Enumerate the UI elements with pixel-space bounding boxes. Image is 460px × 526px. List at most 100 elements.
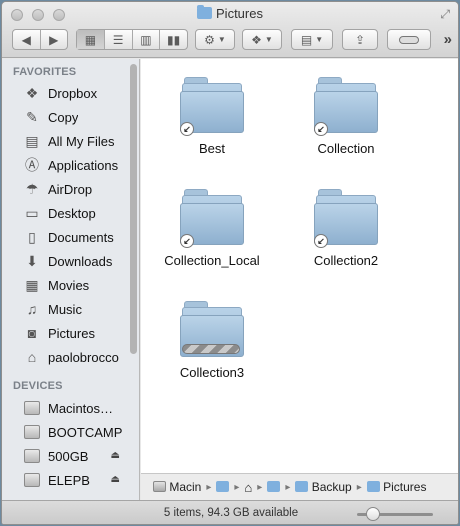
sidebar-item-downloads[interactable]: ⬇ Downloads <box>2 249 130 273</box>
folder-item[interactable]: ↙ Collection_Local <box>152 189 272 268</box>
list-view-button[interactable]: ☰ <box>105 30 133 49</box>
coverflow-view-button[interactable]: ▮▮ <box>160 30 187 49</box>
path-segment[interactable] <box>267 480 281 494</box>
sidebar-item-paolobrocco[interactable]: ⌂ paolobrocco <box>2 345 130 369</box>
sidebar-item-label: Music <box>48 301 82 317</box>
sidebar-device-3[interactable]: ELEPB ⏏ <box>2 468 130 492</box>
applications-icon: Ⓐ <box>25 157 39 173</box>
sidebar-device-2[interactable]: 500GB ⏏ <box>2 444 130 468</box>
forward-button[interactable]: ▶ <box>41 30 68 49</box>
tags-button[interactable] <box>387 29 431 50</box>
action-menu-button[interactable]: ⚙ ▼ <box>195 29 235 50</box>
sidebar-item-label: All My Files <box>48 133 115 149</box>
documents-icon: ▯ <box>28 228 36 245</box>
pictures-icon: ◙ <box>27 325 37 341</box>
sidebar-item-label: AirDrop <box>48 181 93 197</box>
folder-item[interactable]: ↙ Best <box>152 77 272 156</box>
hard-disk-icon <box>22 447 42 465</box>
sidebar-device-0[interactable]: Macintos… <box>2 396 130 420</box>
back-button[interactable]: ◀ <box>13 30 41 49</box>
copy-icon: ✎ <box>26 108 38 125</box>
back-forward-control: ◀ ▶ <box>12 29 68 50</box>
chevron-down-icon: ▼ <box>217 35 226 44</box>
sidebar-item-applications[interactable]: Ⓐ Applications <box>2 153 130 177</box>
sidebar-device-1[interactable]: BOOTCAMP <box>2 420 130 444</box>
sidebar-item-label: ELEPB <box>48 472 90 488</box>
toolbar-overflow-button[interactable]: » <box>444 31 452 48</box>
path-segment-label: Macin <box>169 480 202 494</box>
sidebar-item-label: Applications <box>48 157 119 173</box>
alias-arrow-icon: ↙ <box>314 122 328 136</box>
column-view-button[interactable]: ▥ <box>133 30 161 49</box>
sidebar-item-dropbox[interactable]: ❖ Dropbox <box>2 81 130 105</box>
window-title: Pictures <box>2 5 458 24</box>
alias-arrow-icon: ↙ <box>180 234 194 248</box>
sidebar-item-label: Pictures <box>48 325 95 341</box>
path-segment[interactable]: ⌂ <box>244 480 252 495</box>
folder-icon <box>216 481 230 492</box>
folder-item[interactable]: ↙ Collection <box>286 77 406 156</box>
column-view-icon: ▥ <box>140 32 152 47</box>
dropbox-icon: ❖ <box>251 32 262 47</box>
sidebar-item-desktop[interactable]: ▭ Desktop <box>2 201 130 225</box>
sidebar-item-documents[interactable]: ▯ Documents <box>2 225 130 249</box>
finder-window: Pictures ⤢ ◀ ▶ ▦ ☰ ▥ ▮▮ ⚙▼ ❖▼ ▤▼ ⇪ » <box>1 1 459 525</box>
folder-icon: ↙ <box>314 77 378 136</box>
sidebar-item-music[interactable]: ♫ Music <box>2 297 130 321</box>
path-segment[interactable]: Macin <box>153 480 201 494</box>
sidebar-item-copy[interactable]: ✎ Copy <box>2 105 130 129</box>
folder-item[interactable]: ↙ Collection2 <box>286 189 406 268</box>
path-separator-icon: ▸ <box>206 481 212 493</box>
arrange-menu-button[interactable]: ▤ ▼ <box>291 29 333 50</box>
alias-arrow-icon: ↙ <box>180 122 194 136</box>
sidebar-item-label: Movies <box>48 277 90 293</box>
folder-name: Collection3 <box>179 365 245 380</box>
sidebar: FAVORITES ❖ Dropbox ✎ Copy ▤ All My Files Ⓐ App… <box>2 59 140 500</box>
sidebar-item-pictures[interactable]: ◙ Pictures <box>2 321 130 345</box>
folder-icon: ↙ <box>180 77 244 136</box>
path-segment-label: Backup <box>311 480 352 494</box>
path-separator-icon: ▸ <box>356 481 362 493</box>
sidebar-scrollbar[interactable] <box>130 64 137 354</box>
tag-icon <box>399 35 419 44</box>
folder-icon <box>267 481 281 492</box>
gear-icon: ⚙ <box>204 32 215 47</box>
path-segment[interactable]: Backup <box>295 480 352 494</box>
icon-view-icon: ▦ <box>84 32 97 47</box>
hard-disk-icon <box>22 399 42 417</box>
hard-disk-icon <box>22 471 42 489</box>
icon-view-button[interactable]: ▦ <box>77 30 105 49</box>
sidebar-item-movies[interactable]: ▦ Movies <box>2 273 130 297</box>
share-icon: ⇪ <box>354 32 366 47</box>
devices-header: DEVICES <box>13 380 63 392</box>
path-segment-label: Pictures <box>383 480 427 494</box>
sidebar-item-label: 500GB <box>48 448 89 464</box>
view-switcher: ▦ ☰ ▥ ▮▮ <box>76 29 188 50</box>
path-separator-icon: ▸ <box>257 481 263 493</box>
sidebar-item-all-my-files[interactable]: ▤ All My Files <box>2 129 130 153</box>
all-files-icon: ▤ <box>25 132 39 149</box>
dropbox-menu-button[interactable]: ❖ ▼ <box>242 29 282 50</box>
chevron-left-icon: ◀ <box>21 32 31 47</box>
favorites-header: FAVORITES <box>13 66 77 78</box>
titlebar: Pictures ⤢ ◀ ▶ ▦ ☰ ▥ ▮▮ ⚙ ▼ ❖ ▼ ▤ ▼ ⇪ » <box>2 2 458 58</box>
sidebar-item-label: Copy <box>48 109 79 125</box>
home-icon: ⌂ <box>27 349 37 365</box>
sidebar-item-label: Documents <box>48 229 114 245</box>
eject-icon[interactable]: ⏏ <box>111 450 120 461</box>
folder-item[interactable]: Collection3 <box>152 301 272 380</box>
path-separator-icon: ▸ <box>234 481 240 493</box>
fullscreen-icon[interactable]: ⤢ <box>440 7 450 22</box>
folder-name: Collection <box>317 141 375 156</box>
path-segment[interactable] <box>216 480 230 494</box>
sidebar-item-label: Desktop <box>48 205 96 221</box>
path-segment[interactable]: Pictures <box>366 480 427 494</box>
hard-disk-icon <box>22 423 42 441</box>
arrange-icon: ▤ <box>300 32 313 47</box>
folder-name: Best <box>198 141 225 156</box>
eject-icon[interactable]: ⏏ <box>111 474 120 485</box>
sidebar-item-label: BOOTCAMP <box>48 424 123 440</box>
dropbox-icon: ❖ <box>25 84 39 101</box>
sidebar-item-airdrop[interactable]: ☂ AirDrop <box>2 177 130 201</box>
share-button[interactable]: ⇪ <box>342 29 378 50</box>
